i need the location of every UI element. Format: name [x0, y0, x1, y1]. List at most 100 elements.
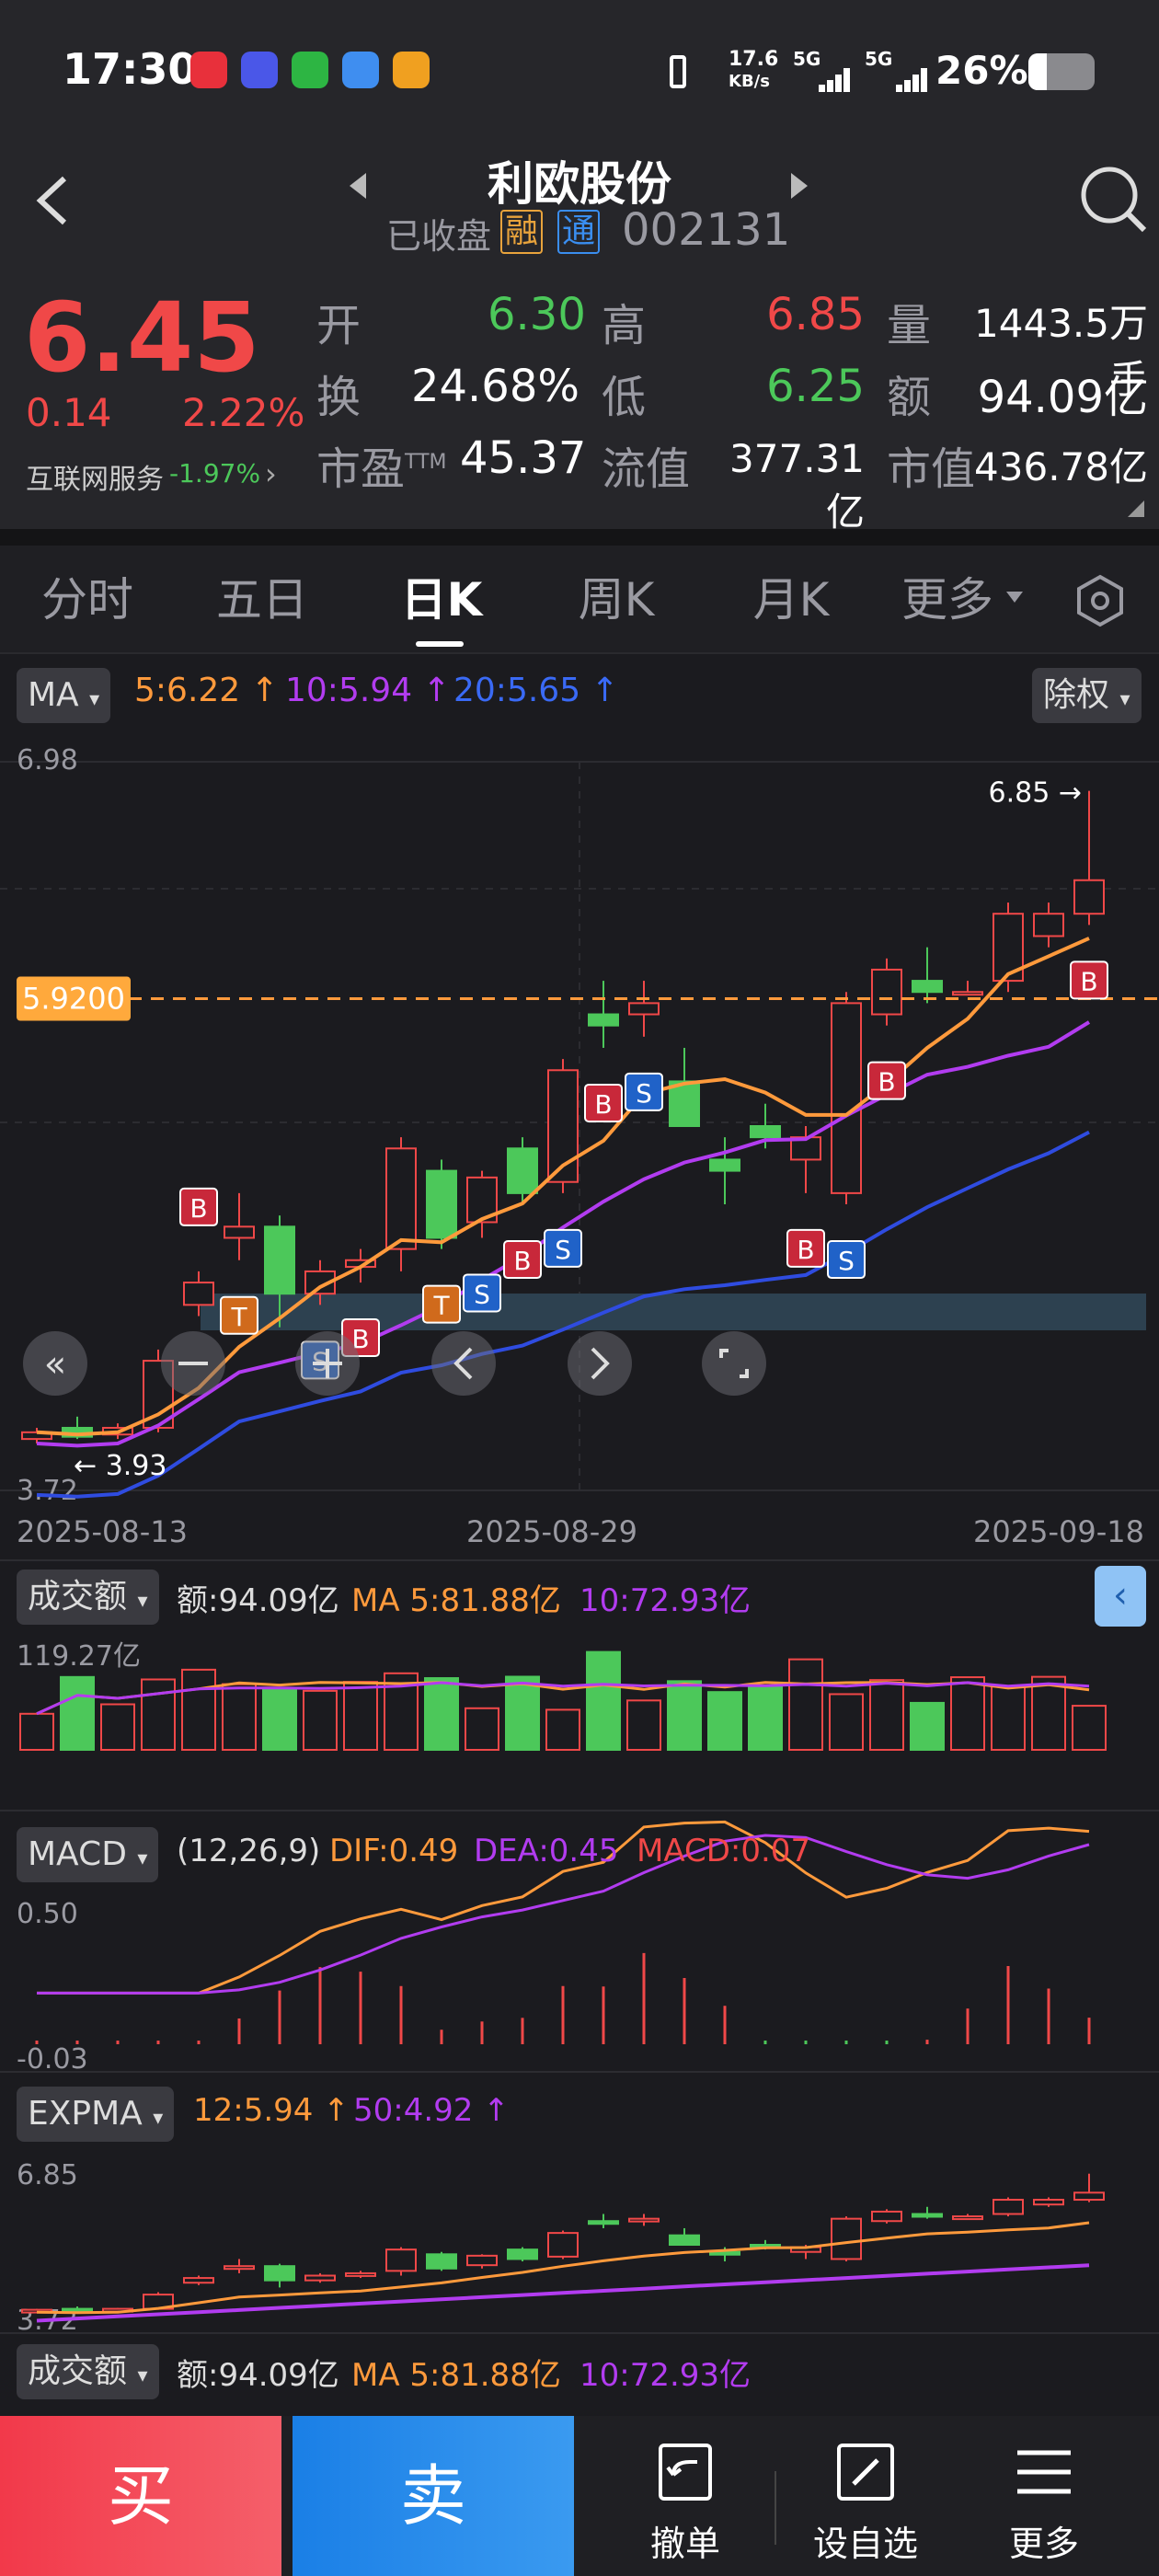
- expand-corner-icon[interactable]: [1128, 500, 1144, 517]
- market-cap-value: 436.78亿: [974, 444, 1148, 489]
- price-change: 0.14: [26, 390, 112, 435]
- back-icon: [36, 176, 67, 225]
- ma20-value: 20:5.65 ↑: [453, 672, 619, 709]
- volume2-amount: 额:94.09亿: [177, 2357, 339, 2394]
- y-max-label: 6.98: [17, 744, 78, 776]
- collapse-panel-button[interactable]: ‹: [1095, 1566, 1146, 1627]
- wechat-icon: [292, 52, 328, 88]
- candle-body: [183, 1282, 214, 1306]
- tab-monthly-k[interactable]: 月K: [713, 546, 869, 654]
- mini-candle-body: [628, 2217, 660, 2223]
- mini-candle-body: [426, 2253, 457, 2270]
- candle-body: [871, 968, 902, 1016]
- candle-body: [385, 1147, 417, 1250]
- tab-weekly-k[interactable]: 周K: [538, 546, 694, 654]
- chevron-right-icon: ›: [265, 456, 277, 491]
- scroll-left-button[interactable]: [431, 1331, 496, 1396]
- volume-selector-2[interactable]: 成交额 ▾: [17, 2344, 159, 2399]
- sector-name[interactable]: 互联网服务: [26, 456, 164, 497]
- add-watchlist-button[interactable]: 设自选: [787, 2416, 944, 2576]
- volume-bar: [1072, 1705, 1107, 1752]
- low-value: 6.25: [766, 361, 865, 412]
- date-label-mid: 2025-08-29: [466, 1514, 637, 1549]
- amount-label: 额: [887, 372, 932, 423]
- volume-bar: [1031, 1675, 1066, 1752]
- menu-icon: [1017, 2450, 1071, 2494]
- title-bar: 利欧股份 已收盘 融 通 002131: [0, 147, 1159, 276]
- expma-selector[interactable]: EXPMA ▾: [17, 2087, 175, 2142]
- volume-bar: [545, 1708, 580, 1752]
- back-button[interactable]: [22, 167, 86, 232]
- signal-badge-label: B: [594, 1089, 612, 1120]
- chart-settings-button[interactable]: [1073, 573, 1128, 628]
- volume-bar: [991, 1685, 1026, 1752]
- mini-candle-body: [507, 2248, 538, 2260]
- search-button[interactable]: [1078, 164, 1148, 234]
- mini-candle-body: [547, 2232, 579, 2258]
- mini-candle-body: [871, 2210, 902, 2223]
- low-label: 低: [602, 372, 647, 423]
- bottom-action-bar: 买 卖 撤单 设自选 更多: [0, 2416, 1159, 2576]
- volume-amount: 额:94.09亿: [177, 1582, 339, 1619]
- signal-badge-label: B: [878, 1067, 895, 1098]
- search-icon: [1081, 167, 1147, 233]
- date-label-end: 2025-09-18: [973, 1514, 1144, 1549]
- mini-candle-body: [264, 2265, 295, 2282]
- macd-y-min: -0.03: [17, 2043, 88, 2076]
- macd-dea: DEA:0.45: [474, 1833, 619, 1869]
- prev-stock-button[interactable]: [340, 167, 377, 204]
- cancel-order-button[interactable]: 撤单: [607, 2416, 763, 2576]
- stock-code: 002131: [622, 204, 791, 256]
- pe-label: 市盈TTM: [316, 443, 447, 495]
- volume-bar: [141, 1678, 176, 1752]
- mini-candle-body: [304, 2274, 336, 2282]
- macd-selector[interactable]: MACD ▾: [17, 1827, 159, 1882]
- volume-bar: [465, 1707, 499, 1751]
- mini-candle-body: [224, 2265, 255, 2271]
- volume-bar: [910, 1701, 945, 1751]
- macd-y-max: 0.50: [17, 1898, 78, 1930]
- chart-navigation: «: [23, 1331, 766, 1396]
- chevron-left-icon: ‹: [1113, 1574, 1128, 1616]
- fullscreen-button[interactable]: [702, 1331, 766, 1396]
- tab-five-day[interactable]: 五日: [184, 546, 340, 654]
- volume-bar: [950, 1676, 985, 1752]
- volume-bar: [788, 1658, 823, 1752]
- volume-bar: [222, 1683, 257, 1751]
- volume-selector[interactable]: 成交额 ▾: [17, 1570, 159, 1625]
- volume-bar: [424, 1677, 459, 1752]
- pe-value: 45.37: [460, 432, 587, 484]
- indicator-selector[interactable]: MA ▾: [17, 668, 111, 723]
- volume-bars: [19, 1650, 1107, 1752]
- macd-params: (12,26,9): [177, 1833, 321, 1869]
- low-marker: ← 3.93: [74, 1450, 166, 1482]
- vibrate-icon: [670, 55, 686, 88]
- tab-daily-k[interactable]: 日K: [363, 546, 520, 654]
- volume-bar: [303, 1689, 338, 1751]
- next-stock-button[interactable]: [780, 167, 817, 204]
- app-icon-1: [190, 52, 227, 88]
- signal-badge-label: B: [797, 1235, 814, 1265]
- volume-bar: [707, 1691, 742, 1752]
- more-button[interactable]: 更多: [966, 2416, 1122, 2576]
- volume-bar: [586, 1650, 621, 1751]
- sell-button[interactable]: 卖: [293, 2416, 574, 2576]
- scroll-right-button[interactable]: [568, 1331, 632, 1396]
- mini-candle-body: [466, 2254, 498, 2267]
- candle-body: [709, 1158, 740, 1172]
- divider: [0, 529, 1159, 546]
- mini-candle-body: [669, 2234, 700, 2246]
- candle-body: [224, 1225, 255, 1239]
- net-speed: 17.6: [729, 48, 779, 71]
- market-cap-label: 市值: [887, 443, 976, 495]
- candle-body: [588, 1013, 619, 1027]
- macd-histogram: [35, 1952, 1091, 2044]
- buy-button[interactable]: 买: [0, 2416, 281, 2576]
- tab-more[interactable]: 更多: [883, 546, 1012, 654]
- volume-bar: [100, 1703, 135, 1751]
- ex-rights-button[interactable]: 除权 ▾: [1032, 668, 1142, 723]
- turnover-label: 换: [316, 372, 361, 423]
- tab-intraday[interactable]: 分时: [9, 546, 166, 654]
- sector-change: -1.97%: [169, 458, 261, 489]
- battery-icon: [1028, 53, 1095, 90]
